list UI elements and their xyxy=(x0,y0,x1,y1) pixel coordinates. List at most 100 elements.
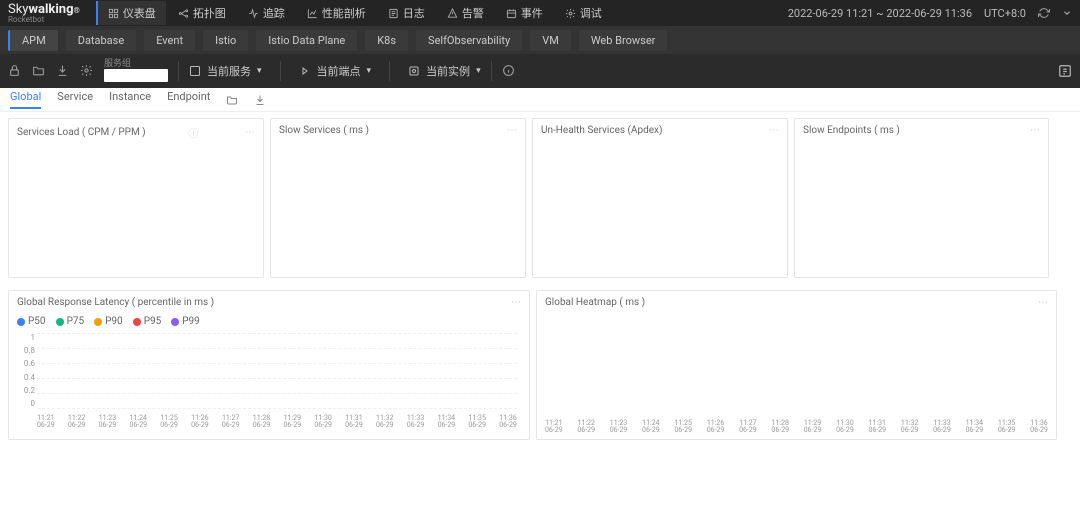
x-tick: 11:3606-29 xyxy=(499,415,517,430)
nav-item-event[interactable]: 事件 xyxy=(496,1,553,25)
event-icon xyxy=(506,8,517,19)
dashboard-tab[interactable]: Istio Data Plane xyxy=(256,30,357,51)
x-tick: 11:2206-29 xyxy=(68,415,86,430)
x-tick: 11:2606-29 xyxy=(707,420,725,435)
x-tick: 11:3206-29 xyxy=(376,415,394,430)
nav-item-profile[interactable]: 性能剖析 xyxy=(297,1,376,25)
x-tick: 11:2806-29 xyxy=(253,415,271,430)
chevron-down-icon[interactable] xyxy=(1062,8,1072,18)
x-tick: 11:3006-29 xyxy=(314,415,332,430)
help-icon[interactable]: ⓘ xyxy=(188,125,198,140)
x-tick: 11:2106-29 xyxy=(37,415,55,430)
download-icon[interactable] xyxy=(254,94,266,106)
legend-item[interactable]: P90 xyxy=(94,316,123,327)
more-icon[interactable]: ⋯ xyxy=(507,125,517,136)
lock-icon[interactable] xyxy=(8,64,22,78)
download-icon[interactable] xyxy=(56,64,70,78)
chevron-down-icon: ▾ xyxy=(476,66,481,76)
scope-tab[interactable]: Global xyxy=(10,90,41,109)
dashboard-tabs: APM Database Event Istio Istio Data Plane K8s… xyxy=(0,26,1080,54)
refresh-icon[interactable] xyxy=(1038,7,1050,19)
folder-open-icon[interactable] xyxy=(226,94,238,106)
nav-item-debug[interactable]: 调试 xyxy=(555,1,612,25)
selector-0[interactable]: 当前服务▾ xyxy=(189,63,262,79)
card-title: Slow Endpoints ( ms ) xyxy=(803,125,900,136)
nav-item-dashboard[interactable]: 仪表盘 xyxy=(96,1,166,25)
dashboard-tab[interactable]: K8s xyxy=(365,30,408,51)
x-tick: 11:2606-29 xyxy=(191,415,209,430)
toolbar: 服务组 当前服务▾ 当前端点▾ 当前实例▾ xyxy=(0,54,1080,88)
alarm-icon xyxy=(447,8,458,19)
profile-icon xyxy=(307,8,318,19)
card-title: Global Heatmap ( ms ) xyxy=(545,297,645,308)
more-icon[interactable]: ⋯ xyxy=(245,127,255,138)
card-global-latency: Global Response Latency ( percentile in … xyxy=(8,290,530,440)
selector-2[interactable]: 当前实例▾ xyxy=(408,63,481,79)
latency-chart: 10.80.60.40.20 11:2106-2911:2206-2911:23… xyxy=(17,333,521,418)
x-tick: 11:2106-29 xyxy=(545,420,563,435)
timezone: UTC+8:0 xyxy=(984,7,1026,20)
more-icon[interactable]: ⋯ xyxy=(1038,297,1048,308)
legend-item[interactable]: P99 xyxy=(171,316,200,327)
selector-icon xyxy=(408,65,420,77)
export-icon[interactable] xyxy=(1058,64,1072,78)
nav-item-log[interactable]: 日志 xyxy=(378,1,435,25)
x-tick: 11:3506-29 xyxy=(998,420,1016,435)
x-tick: 11:2706-29 xyxy=(739,420,757,435)
dashboard-tab[interactable]: APM xyxy=(8,30,58,51)
dashboard-tab[interactable]: VM xyxy=(530,30,571,51)
nav-item-trace[interactable]: 追踪 xyxy=(238,1,295,25)
selector-1[interactable]: 当前端点▾ xyxy=(299,63,372,79)
dashboard-tab[interactable]: SelfObservability xyxy=(416,30,522,51)
x-tick: 11:2706-29 xyxy=(222,415,240,430)
x-tick: 11:3306-29 xyxy=(407,415,425,430)
topology-icon xyxy=(178,8,189,19)
x-tick: 11:3106-29 xyxy=(868,420,886,435)
legend-item[interactable]: P50 xyxy=(17,316,46,327)
dashboard-tab[interactable]: Event xyxy=(144,30,195,51)
card-unhealth-services: Un-Health Services (Apdex) ⋯ xyxy=(532,118,788,278)
x-tick: 11:3106-29 xyxy=(345,415,363,430)
card-global-heatmap: Global Heatmap ( ms ) ⋯ 11:2106-29 11:220… xyxy=(536,290,1057,440)
x-tick: 11:3506-29 xyxy=(468,415,486,430)
legend-item[interactable]: P75 xyxy=(56,316,85,327)
time-range[interactable]: 2022-06-29 11:21 ~ 2022-06-29 11:36 xyxy=(788,7,972,20)
x-tick: 11:2206-29 xyxy=(577,420,595,435)
selector-icon xyxy=(189,65,201,77)
scope-tab[interactable]: Service xyxy=(57,90,93,109)
x-tick: 11:2406-29 xyxy=(129,415,147,430)
x-tick: 11:2806-29 xyxy=(771,420,789,435)
x-tick: 11:3406-29 xyxy=(438,415,456,430)
x-tick: 11:2306-29 xyxy=(610,420,628,435)
dashboard-tab[interactable]: Database xyxy=(66,30,136,51)
trace-icon xyxy=(248,8,259,19)
selector-icon xyxy=(299,65,311,77)
nav-item-alarm[interactable]: 告警 xyxy=(437,1,494,25)
x-tick: 11:3206-29 xyxy=(901,420,919,435)
x-tick: 11:2506-29 xyxy=(160,415,178,430)
legend-item[interactable]: P95 xyxy=(133,316,162,327)
more-icon[interactable]: ⋯ xyxy=(769,125,779,136)
folder-icon[interactable] xyxy=(32,64,46,78)
card-title: Un-Health Services (Apdex) xyxy=(541,125,662,136)
scope-tab[interactable]: Instance xyxy=(109,90,151,109)
dashboard-tab[interactable]: Istio xyxy=(203,30,248,51)
x-tick: 11:2906-29 xyxy=(804,420,822,435)
x-tick: 11:2906-29 xyxy=(284,415,302,430)
scope-tab[interactable]: Endpoint xyxy=(167,90,210,109)
more-icon[interactable]: ⋯ xyxy=(511,297,521,308)
top-nav: Skywalking® Rocketbot 仪表盘拓扑图追踪性能剖析日志告警事件… xyxy=(0,0,1080,26)
info-icon[interactable] xyxy=(502,64,516,78)
debug-icon xyxy=(565,8,576,19)
dashboard-tab[interactable]: Web Browser xyxy=(579,30,668,51)
gear-icon[interactable] xyxy=(80,64,94,78)
chevron-down-icon: ▾ xyxy=(367,66,372,76)
x-tick: 11:2306-29 xyxy=(99,415,117,430)
card-title: Slow Services ( ms ) xyxy=(279,125,369,136)
x-tick: 11:2506-29 xyxy=(674,420,692,435)
more-icon[interactable]: ⋯ xyxy=(1030,125,1040,136)
card-title: Global Response Latency ( percentile in … xyxy=(17,297,214,308)
service-group-select[interactable]: 服务组 xyxy=(104,60,168,82)
nav-item-topology[interactable]: 拓扑图 xyxy=(168,1,236,25)
chart-legend: P50 P75 P90 P95 P99 xyxy=(17,316,521,327)
